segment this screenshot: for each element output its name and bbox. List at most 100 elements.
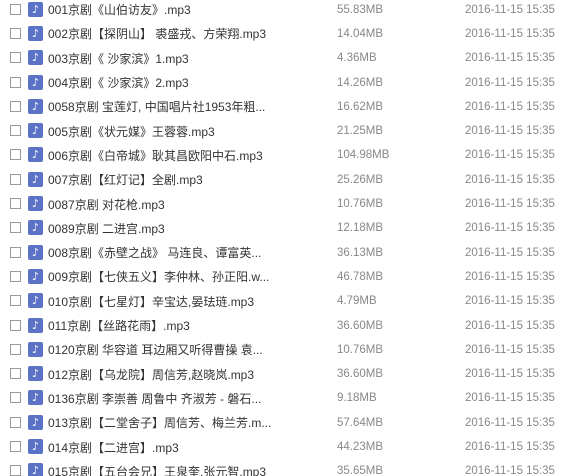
file-name[interactable]: 007京剧【红灯记】全剧.mp3 <box>48 171 278 188</box>
file-size: 14.26MB <box>337 76 384 89</box>
file-checkbox[interactable] <box>10 270 21 282</box>
file-name[interactable]: 013京剧【二堂舍子】周信芳、梅兰芳.m... <box>48 414 278 431</box>
file-modified-date: 2016-11-15 15:35 <box>465 465 555 476</box>
music-file-icon: ♪ <box>28 25 43 41</box>
file-row[interactable]: ♪ 010京剧【七星灯】辛宝达,晏珐琏.mp3 4.79MB 2016-11-15 1… <box>0 289 581 313</box>
file-size: 55.83MB <box>337 3 384 16</box>
file-modified-date: 2016-11-15 15:35 <box>465 416 555 429</box>
file-size: 21.25MB <box>337 125 384 138</box>
file-name[interactable]: 008京剧《赤壁之战》 马连良、谭富英... <box>48 244 278 261</box>
file-size: 104.98MB <box>337 149 390 162</box>
file-size: 4.79MB <box>337 295 377 308</box>
file-row[interactable]: ♪ 0120京剧 华容道 耳边厢又听得曹操 袁... 10.76MB 2016-11-… <box>0 338 581 362</box>
file-row[interactable]: ♪ 012京剧【乌龙院】周信芳,赵晓岚.mp3 36.60MB 2016-11-15 … <box>0 362 581 386</box>
file-size: 12.18MB <box>337 222 384 235</box>
file-checkbox[interactable] <box>10 100 21 112</box>
file-row[interactable]: ♪ 0089京剧 二进宫.mp3 12.18MB 2016-11-15 15:35 <box>0 216 581 240</box>
music-file-icon: ♪ <box>28 1 43 17</box>
file-row[interactable]: ♪ 002京剧【探阴山】 裘盛戎、方荣翔.mp3 14.04MB 2016-11-15… <box>0 22 581 46</box>
file-size: 46.78MB <box>337 270 384 283</box>
music-file-icon: ♪ <box>28 98 43 114</box>
file-name[interactable]: 012京剧【乌龙院】周信芳,赵晓岚.mp3 <box>48 366 278 383</box>
file-row[interactable]: ♪ 005京剧《状元媒》王蓉蓉.mp3 21.25MB 2016-11-15 15:3… <box>0 119 581 143</box>
music-file-icon: ♪ <box>28 366 43 382</box>
file-checkbox[interactable] <box>10 52 21 64</box>
music-file-icon: ♪ <box>28 220 43 236</box>
file-modified-date: 2016-11-15 15:35 <box>465 343 555 356</box>
file-checkbox[interactable] <box>10 295 21 307</box>
file-checkbox[interactable] <box>10 441 21 453</box>
file-checkbox[interactable] <box>10 465 21 476</box>
file-checkbox[interactable] <box>10 3 21 15</box>
file-name[interactable]: 0058京剧 宝莲灯, 中国唱片社1953年粗... <box>48 98 278 115</box>
file-name[interactable]: 005京剧《状元媒》王蓉蓉.mp3 <box>48 123 278 140</box>
file-checkbox[interactable] <box>10 27 21 39</box>
file-checkbox[interactable] <box>10 198 21 210</box>
file-checkbox[interactable] <box>10 319 21 331</box>
file-size: 10.76MB <box>337 198 384 211</box>
file-size: 44.23MB <box>337 441 384 454</box>
file-checkbox[interactable] <box>10 368 21 380</box>
music-file-icon: ♪ <box>28 341 43 357</box>
file-name[interactable]: 003京剧《 沙家滨》1.mp3 <box>48 50 278 67</box>
file-row[interactable]: ♪ 011京剧【丝路花雨】.mp3 36.60MB 2016-11-15 15:35 <box>0 313 581 337</box>
file-modified-date: 2016-11-15 15:35 <box>465 27 555 40</box>
file-modified-date: 2016-11-15 15:35 <box>465 76 555 89</box>
file-name[interactable]: 006京剧《白帝城》耿其昌欧阳中石.mp3 <box>48 147 278 164</box>
file-size: 14.04MB <box>337 27 384 40</box>
file-row[interactable]: ♪ 009京剧【七侠五义】李仲林、孙正阳.w... 46.78MB 2016-11-1… <box>0 265 581 289</box>
file-row[interactable]: ♪ 015京剧【五台会兄】王泉奎,张元智.mp3 35.65MB 2016-11-15… <box>0 459 581 476</box>
file-name[interactable]: 0089京剧 二进宫.mp3 <box>48 220 278 237</box>
file-modified-date: 2016-11-15 15:35 <box>465 100 555 113</box>
music-file-icon: ♪ <box>28 414 43 430</box>
file-modified-date: 2016-11-15 15:35 <box>465 125 555 138</box>
file-name[interactable]: 0136京剧 李崇善 周鲁中 齐淑芳 - 磐石... <box>48 390 278 407</box>
music-file-icon: ♪ <box>28 196 43 212</box>
file-row[interactable]: ♪ 008京剧《赤壁之战》 马连良、谭富英... 36.13MB 2016-11-15… <box>0 241 581 265</box>
file-checkbox[interactable] <box>10 173 21 185</box>
file-size: 16.62MB <box>337 100 384 113</box>
file-name[interactable]: 0120京剧 华容道 耳边厢又听得曹操 袁... <box>48 341 278 358</box>
file-row[interactable]: ♪ 007京剧【红灯记】全剧.mp3 25.26MB 2016-11-15 15:35 <box>0 168 581 192</box>
file-row[interactable]: ♪ 006京剧《白帝城》耿其昌欧阳中石.mp3 104.98MB 2016-11-15… <box>0 143 581 167</box>
file-row[interactable]: ♪ 0136京剧 李崇善 周鲁中 齐淑芳 - 磐石... 9.18MB 2016-11… <box>0 386 581 410</box>
file-modified-date: 2016-11-15 15:35 <box>465 198 555 211</box>
file-row[interactable]: ♪ 003京剧《 沙家滨》1.mp3 4.36MB 2016-11-15 15:35 <box>0 46 581 70</box>
file-row[interactable]: ♪ 004京剧《 沙家滨》2.mp3 14.26MB 2016-11-15 15:35 <box>0 70 581 94</box>
music-file-icon: ♪ <box>28 123 43 139</box>
file-checkbox[interactable] <box>10 343 21 355</box>
file-row[interactable]: ♪ 001京剧《山伯访友》.mp3 55.83MB 2016-11-15 15:35 <box>0 0 581 22</box>
file-modified-date: 2016-11-15 15:35 <box>465 441 555 454</box>
file-checkbox[interactable] <box>10 125 21 137</box>
file-name[interactable]: 001京剧《山伯访友》.mp3 <box>48 1 278 18</box>
music-file-icon: ♪ <box>28 293 43 309</box>
file-checkbox[interactable] <box>10 246 21 258</box>
file-modified-date: 2016-11-15 15:35 <box>465 319 555 332</box>
file-name[interactable]: 011京剧【丝路花雨】.mp3 <box>48 317 278 334</box>
file-row[interactable]: ♪ 0087京剧 对花枪.mp3 10.76MB 2016-11-15 15:35 <box>0 192 581 216</box>
file-size: 36.13MB <box>337 246 384 259</box>
file-name[interactable]: 009京剧【七侠五义】李仲林、孙正阳.w... <box>48 268 278 285</box>
file-name[interactable]: 0087京剧 对花枪.mp3 <box>48 196 278 213</box>
file-name[interactable]: 014京剧【二进宫】.mp3 <box>48 439 278 456</box>
file-name[interactable]: 015京剧【五台会兄】王泉奎,张元智.mp3 <box>48 463 278 476</box>
file-checkbox[interactable] <box>10 416 21 428</box>
file-modified-date: 2016-11-15 15:35 <box>465 173 555 186</box>
file-size: 36.60MB <box>337 319 384 332</box>
file-modified-date: 2016-11-15 15:35 <box>465 270 555 283</box>
file-size: 57.64MB <box>337 416 384 429</box>
file-checkbox[interactable] <box>10 222 21 234</box>
file-row[interactable]: ♪ 013京剧【二堂舍子】周信芳、梅兰芳.m... 57.64MB 2016-11-1… <box>0 411 581 435</box>
file-size: 36.60MB <box>337 368 384 381</box>
file-checkbox[interactable] <box>10 76 21 88</box>
file-list: ♪ 001京剧《山伯访友》.mp3 55.83MB 2016-11-15 15:35 ♪… <box>0 0 581 476</box>
music-file-icon: ♪ <box>28 50 43 66</box>
file-checkbox[interactable] <box>10 392 21 404</box>
file-row[interactable]: ♪ 0058京剧 宝莲灯, 中国唱片社1953年粗... 16.62MB 2016-1… <box>0 95 581 119</box>
file-name[interactable]: 004京剧《 沙家滨》2.mp3 <box>48 74 278 91</box>
file-name[interactable]: 010京剧【七星灯】辛宝达,晏珐琏.mp3 <box>48 293 278 310</box>
file-checkbox[interactable] <box>10 149 21 161</box>
file-name[interactable]: 002京剧【探阴山】 裘盛戎、方荣翔.mp3 <box>48 25 278 42</box>
file-modified-date: 2016-11-15 15:35 <box>465 392 555 405</box>
file-row[interactable]: ♪ 014京剧【二进宫】.mp3 44.23MB 2016-11-15 15:35 <box>0 435 581 459</box>
